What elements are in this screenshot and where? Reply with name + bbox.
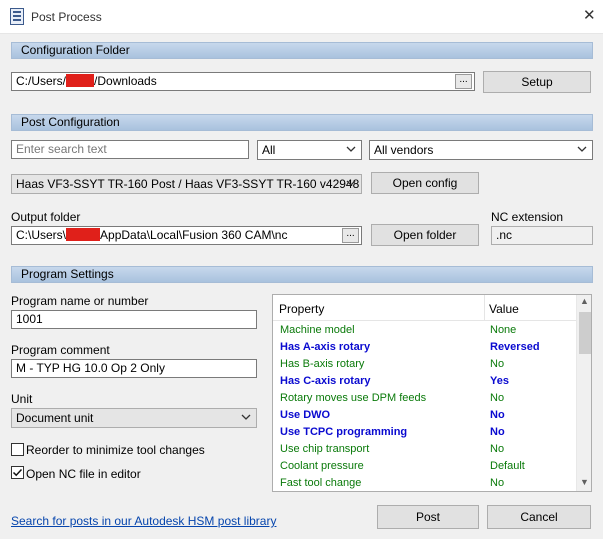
post-filter-select[interactable]: All [257, 140, 362, 160]
property-grid-scrollbar[interactable]: ▲ ▼ [576, 295, 591, 491]
post-processor-select[interactable]: Haas VF3-SSYT TR-160 Post / Haas VF3-SSY… [11, 174, 362, 194]
config-path-suffix: /Downloads [94, 74, 157, 88]
property-value[interactable]: No [490, 475, 504, 491]
scroll-thumb[interactable] [579, 312, 591, 354]
setup-button[interactable]: Setup [483, 71, 591, 93]
post-process-app-icon [10, 8, 24, 25]
redacted-username [66, 74, 95, 87]
property-row[interactable]: Has B-axis rotary No [273, 356, 576, 373]
property-row[interactable]: Use DWO No [273, 407, 576, 424]
open-nc-checkbox[interactable] [11, 466, 24, 479]
property-value[interactable]: Reversed [490, 339, 540, 356]
property-row[interactable]: Fast tool change No [273, 475, 576, 491]
unit-select[interactable]: Document unit [11, 408, 257, 428]
vendor-filter-value: All vendors [374, 143, 434, 157]
post-search-input[interactable]: Enter search text [11, 140, 249, 159]
post-button[interactable]: Post [377, 505, 479, 529]
property-grid[interactable]: Property Value Machine model None Has A-ax… [272, 294, 592, 492]
property-value[interactable]: No [490, 356, 504, 373]
property-name: Use chip transport [280, 443, 370, 455]
configuration-folder-field[interactable]: C:/Users/ /Downloads [11, 72, 475, 91]
property-name: Machine model [280, 324, 355, 336]
property-name: Has C-axis rotary [280, 375, 371, 387]
section-program-settings: Program Settings [11, 266, 593, 283]
property-row[interactable]: Has C-axis rotary Yes [273, 373, 576, 390]
property-value[interactable]: No [490, 441, 504, 458]
property-name: Rotary moves use DPM feeds [280, 392, 427, 404]
reorder-checkbox[interactable] [11, 443, 24, 456]
reorder-label: Reorder to minimize tool changes [26, 443, 205, 457]
section-post-configuration: Post Configuration [11, 114, 593, 131]
property-name: Use DWO [280, 409, 331, 421]
property-value[interactable]: None [490, 322, 516, 339]
open-folder-button[interactable]: Open folder [371, 224, 479, 246]
title-bar: Post Process ✕ [0, 0, 603, 34]
property-value[interactable]: No [490, 407, 505, 424]
property-value[interactable]: No [490, 390, 504, 407]
output-folder-field[interactable]: C:\Users\ AppData\Local\Fusion 360 CAM\nc [11, 226, 362, 245]
property-name: Has A-axis rotary [280, 341, 371, 353]
unit-value: Document unit [16, 411, 94, 425]
output-folder-label: Output folder [11, 210, 81, 224]
open-config-button[interactable]: Open config [371, 172, 479, 194]
chevron-down-icon [241, 414, 251, 420]
property-name: Has B-axis rotary [280, 358, 365, 370]
chevron-down-icon [577, 146, 587, 152]
property-row[interactable]: Rotary moves use DPM feeds No [273, 390, 576, 407]
chevron-down-icon [346, 180, 356, 186]
scroll-up-icon[interactable]: ▲ [580, 296, 589, 306]
chevron-down-icon [346, 146, 356, 152]
property-grid-header: Property Value [273, 295, 576, 321]
config-folder-browse-button[interactable]: ... [455, 74, 472, 89]
value-column-header: Value [489, 302, 519, 316]
property-value[interactable]: Default [490, 458, 525, 475]
post-filter-value: All [262, 143, 276, 157]
close-icon[interactable]: ✕ [583, 8, 596, 24]
program-comment-label: Program comment [11, 343, 110, 357]
program-comment-input[interactable]: M - TYP HG 10.0 Op 2 Only [11, 359, 257, 378]
window-title: Post Process [31, 10, 102, 24]
property-row[interactable]: Machine model None [273, 322, 576, 339]
section-configuration-folder: Configuration Folder [11, 42, 593, 59]
open-nc-label: Open NC file in editor [26, 467, 141, 481]
property-row[interactable]: Use chip transport No [273, 441, 576, 458]
redacted-username [66, 228, 101, 241]
property-name: Fast tool change [280, 477, 362, 489]
search-posts-link[interactable]: Search for posts in our Autodesk HSM pos… [11, 514, 276, 528]
property-name: Use TCPC programming [280, 426, 408, 438]
config-path-prefix: C:/Users/ [16, 74, 67, 88]
unit-label: Unit [11, 392, 33, 406]
search-placeholder: Enter search text [16, 142, 107, 156]
output-folder-browse-button[interactable]: ... [342, 228, 359, 243]
property-row[interactable]: Use TCPC programming No [273, 424, 576, 441]
cancel-button[interactable]: Cancel [487, 505, 591, 529]
nc-extension-field[interactable]: .nc [491, 226, 593, 245]
property-name: Coolant pressure [280, 460, 364, 472]
property-column-header: Property [279, 302, 325, 316]
program-name-input[interactable]: 1001 [11, 310, 257, 329]
vendor-filter-select[interactable]: All vendors [369, 140, 593, 160]
program-name-label: Program name or number [11, 294, 149, 308]
output-path-suffix: AppData\Local\Fusion 360 CAM\nc [100, 228, 288, 242]
nc-extension-label: NC extension [491, 210, 564, 224]
property-value[interactable]: Yes [490, 373, 509, 390]
post-processor-value: Haas VF3-SSYT TR-160 Post / Haas VF3-SSY… [16, 177, 360, 191]
scroll-down-icon[interactable]: ▼ [580, 477, 589, 487]
checkmark-icon [12, 468, 23, 477]
output-path-prefix: C:\Users\ [16, 228, 67, 242]
property-value[interactable]: No [490, 424, 505, 441]
property-row[interactable]: Has A-axis rotary Reversed [273, 339, 576, 356]
property-row[interactable]: Coolant pressure Default [273, 458, 576, 475]
